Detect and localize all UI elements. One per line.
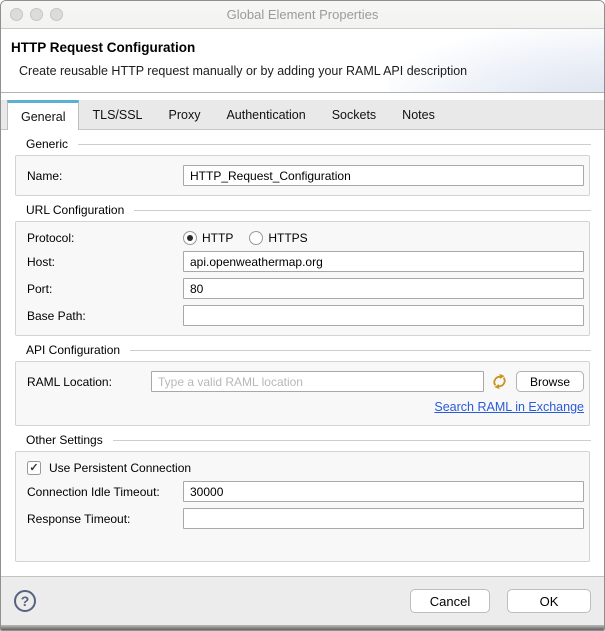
- protocol-radio-group: HTTP HTTPS: [183, 231, 308, 245]
- section-header-url-configuration: URL Configuration: [26, 202, 591, 218]
- field-row-protocol: Protocol: HTTP HTTPS: [27, 231, 584, 245]
- zoom-window-button[interactable]: [50, 8, 63, 21]
- use-persistent-connection-checkbox[interactable]: [27, 461, 41, 475]
- base-path-input[interactable]: [183, 305, 584, 326]
- window-controls: [1, 8, 63, 21]
- section-divider: [112, 439, 591, 441]
- group-generic: Name:: [15, 155, 590, 196]
- radio-https-label: HTTPS: [268, 231, 308, 245]
- host-input[interactable]: [183, 251, 584, 272]
- field-row-persistent-connection: Use Persistent Connection: [27, 461, 584, 475]
- section-title: API Configuration: [26, 343, 121, 357]
- title-bar: Global Element Properties: [1, 1, 604, 29]
- field-row-base-path: Base Path:: [27, 305, 584, 326]
- search-raml-in-exchange-link[interactable]: Search RAML in Exchange: [434, 400, 584, 414]
- page-subtitle: Create reusable HTTP request manually or…: [19, 64, 468, 78]
- connection-idle-timeout-input[interactable]: [183, 481, 584, 502]
- section-divider: [134, 209, 591, 211]
- cancel-button[interactable]: Cancel: [410, 589, 490, 613]
- sync-arrows-glyph: [493, 373, 507, 390]
- response-timeout-label: Response Timeout:: [27, 511, 131, 526]
- window-title: Global Element Properties: [226, 7, 379, 22]
- radio-http-icon[interactable]: [183, 231, 197, 245]
- field-row-port: Port:: [27, 278, 584, 299]
- header-decoration: [389, 29, 604, 92]
- tab-proxy[interactable]: Proxy: [156, 100, 214, 129]
- field-row-response-timeout: Response Timeout:: [27, 508, 584, 529]
- field-row-raml-location: RAML Location: Browse: [27, 371, 584, 392]
- radio-http-label: HTTP: [202, 231, 234, 245]
- protocol-option-http[interactable]: HTTP: [183, 231, 233, 245]
- raml-location-label: RAML Location:: [27, 374, 112, 389]
- window-bottom-edge: [1, 625, 604, 630]
- page-title: HTTP Request Configuration: [11, 40, 196, 55]
- connection-idle-timeout-label: Connection Idle Timeout:: [27, 484, 160, 499]
- group-url-configuration: Protocol: HTTP HTTPS Host: Port:: [15, 221, 590, 336]
- use-persistent-connection-label: Use Persistent Connection: [49, 461, 192, 475]
- section-divider: [130, 349, 591, 351]
- question-mark-icon: ?: [20, 593, 30, 609]
- tab-strip-wrapper: General TLS/SSL Proxy Authentication Soc…: [1, 93, 604, 130]
- field-row-name: Name:: [27, 165, 584, 186]
- field-row-host: Host:: [27, 251, 584, 272]
- minimize-window-button[interactable]: [30, 8, 43, 21]
- field-row-idle-timeout: Connection Idle Timeout:: [27, 481, 584, 502]
- section-title: Other Settings: [26, 433, 103, 447]
- tab-notes[interactable]: Notes: [389, 100, 448, 129]
- tab-content-general: Generic Name: URL Configuration Protocol…: [1, 130, 604, 576]
- response-timeout-input[interactable]: [183, 508, 584, 529]
- group-api-configuration: RAML Location: Browse Search RAML i: [15, 361, 590, 426]
- tab-authentication[interactable]: Authentication: [213, 100, 318, 129]
- ok-button[interactable]: OK: [507, 589, 591, 613]
- tab-sockets[interactable]: Sockets: [319, 100, 389, 129]
- port-input[interactable]: [183, 278, 584, 299]
- protocol-option-https[interactable]: HTTPS: [249, 231, 308, 245]
- section-title: Generic: [26, 137, 69, 151]
- sync-raml-icon[interactable]: [491, 373, 509, 391]
- raml-location-input[interactable]: [151, 371, 484, 392]
- help-button[interactable]: ?: [14, 590, 36, 612]
- tab-general[interactable]: General: [7, 100, 80, 130]
- tab-tls-ssl[interactable]: TLS/SSL: [79, 100, 155, 129]
- host-label: Host:: [27, 254, 56, 269]
- section-header-api-configuration: API Configuration: [26, 342, 591, 358]
- exchange-link-row: Search RAML in Exchange: [27, 398, 584, 416]
- section-divider: [78, 143, 591, 145]
- dialog-header: HTTP Request Configuration Create reusab…: [1, 29, 604, 93]
- name-input[interactable]: [183, 165, 584, 186]
- global-element-properties-dialog: Global Element Properties HTTP Request C…: [0, 0, 605, 631]
- section-header-generic: Generic: [26, 136, 591, 152]
- browse-button[interactable]: Browse: [515, 371, 584, 392]
- port-label: Port:: [27, 281, 53, 296]
- radio-https-icon[interactable]: [249, 231, 264, 245]
- base-path-label: Base Path:: [27, 308, 86, 323]
- button-bar: ? Cancel OK: [1, 576, 604, 625]
- section-header-other-settings: Other Settings: [26, 432, 591, 448]
- name-label: Name:: [27, 168, 63, 183]
- tab-bar: General TLS/SSL Proxy Authentication Soc…: [1, 100, 604, 130]
- protocol-label: Protocol:: [27, 231, 75, 245]
- close-window-button[interactable]: [10, 8, 23, 21]
- section-title: URL Configuration: [26, 203, 125, 217]
- group-other-settings: Use Persistent Connection Connection Idl…: [15, 451, 590, 562]
